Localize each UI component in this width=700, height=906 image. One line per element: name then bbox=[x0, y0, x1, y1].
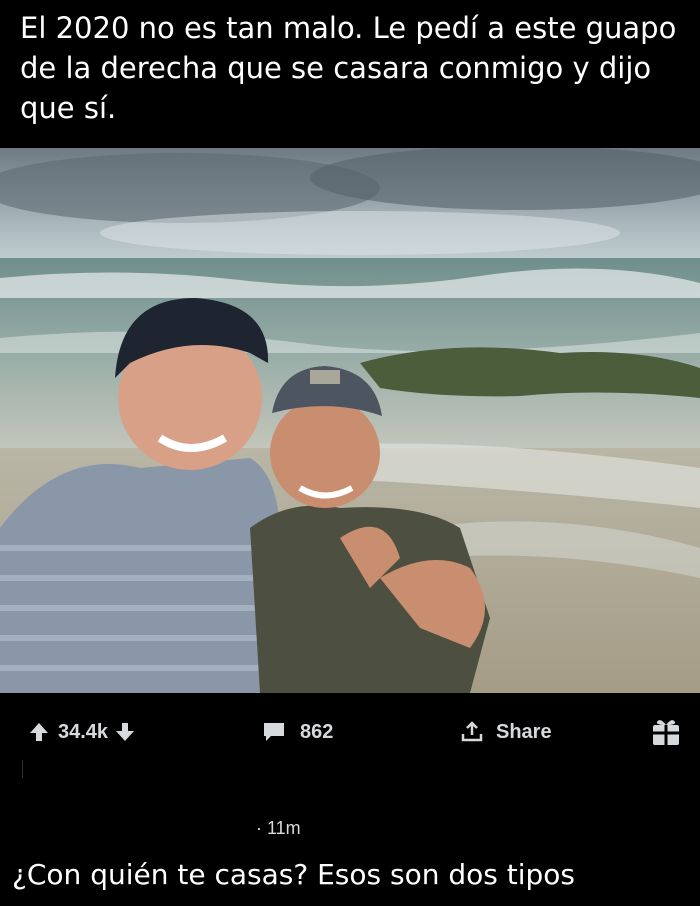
gift-icon bbox=[650, 716, 682, 748]
divider bbox=[22, 760, 23, 778]
arrow-up-icon[interactable] bbox=[28, 721, 50, 743]
reply-caption: ¿Con quién te casas? Esos son dos tipos bbox=[12, 858, 576, 891]
meme-caption: El 2020 no es tan malo. Le pedí a este g… bbox=[20, 11, 677, 125]
vote-count: 34.4k bbox=[58, 720, 109, 743]
vote-control: 34.4k bbox=[28, 718, 136, 746]
post-photo bbox=[0, 148, 700, 693]
post-timestamp: · 11m bbox=[256, 818, 301, 838]
share-upload-icon bbox=[460, 720, 484, 744]
comment-count: 862 bbox=[300, 720, 334, 743]
share-label: Share bbox=[496, 720, 552, 743]
comments-button[interactable]: 862 bbox=[262, 718, 333, 746]
arrow-down-icon[interactable] bbox=[114, 721, 136, 743]
share-button[interactable]: Share bbox=[460, 718, 552, 746]
comment-bubble-icon bbox=[262, 721, 286, 743]
award-button[interactable] bbox=[650, 718, 682, 746]
post-action-bar: 34.4k 862 Share bbox=[0, 702, 700, 762]
